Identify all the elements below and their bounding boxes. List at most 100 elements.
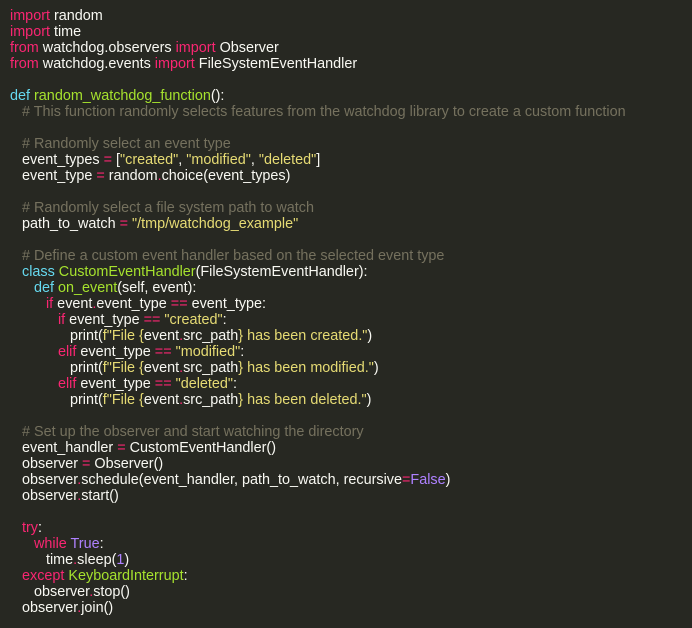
- code-token: ): [366, 392, 372, 408]
- code-line: path_to_watch = "/tmp/watchdog_example": [10, 216, 692, 232]
- keyword-token: import: [175, 40, 216, 56]
- code-line: try:: [10, 520, 692, 536]
- keyword-token: ==: [154, 376, 172, 392]
- declaration-keyword-token: def: [10, 88, 31, 104]
- keyword-token: =: [119, 216, 129, 232]
- code-line: from watchdog.events import FileSystemEv…: [10, 56, 692, 72]
- keyword-token: =: [103, 152, 113, 168]
- code-token: print(: [10, 328, 103, 344]
- code-token: CustomEventHandler(): [125, 440, 276, 456]
- code-token: event: [53, 296, 93, 312]
- code-token: print(: [10, 360, 103, 376]
- string-token: "modified": [186, 152, 251, 168]
- code-token: random: [49, 8, 103, 24]
- code-line: elif event_type == "modified":: [10, 344, 692, 360]
- code-token: :: [233, 376, 238, 392]
- code-token: path_to_watch: [10, 216, 120, 232]
- code-line: event_types = ["created", "modified", "d…: [10, 152, 692, 168]
- keyword-token: except: [22, 568, 65, 584]
- constant-token: True: [70, 536, 100, 552]
- code-token: :: [99, 536, 104, 552]
- code-token: event: [143, 360, 180, 376]
- code-token: observer: [10, 600, 78, 616]
- code-line: observer.stop(): [10, 584, 692, 600]
- comment-token: # Set up the observer and start watching…: [22, 424, 364, 440]
- keyword-token: elif: [57, 376, 77, 392]
- code-token: event_types: [10, 152, 104, 168]
- code-line: print(f"File {event.src_path} has been d…: [10, 392, 692, 408]
- code-line: # This function randomly selects feature…: [10, 104, 692, 120]
- code-token: event_type: [65, 312, 144, 328]
- code-token: event_type: [10, 168, 97, 184]
- comment-token: # Randomly select a file system path to …: [22, 200, 314, 216]
- string-token: "deleted": [175, 376, 234, 392]
- code-line: observer = Observer(): [10, 456, 692, 472]
- code-line: if event.event_type == event_type:: [10, 296, 692, 312]
- code-line: import time: [10, 24, 692, 40]
- code-token: observer: [10, 472, 78, 488]
- string-token: } has been deleted.": [238, 392, 367, 408]
- code-token: (FileSystemEventHandler):: [195, 264, 368, 280]
- declaration-keyword-token: def: [34, 280, 55, 296]
- code-token: ): [124, 552, 130, 568]
- keyword-token: from: [10, 40, 39, 56]
- code-line: event_type = random.choice(event_types): [10, 168, 692, 184]
- code-line: # Define a custom event handler based on…: [10, 248, 692, 264]
- comment-token: # Randomly select an event type: [22, 136, 231, 152]
- constant-token: False: [410, 472, 446, 488]
- code-token: event_handler: [10, 440, 118, 456]
- code-token: observer: [10, 488, 78, 504]
- comment-token: # This function randomly selects feature…: [22, 104, 626, 120]
- string-token: "modified": [175, 344, 241, 360]
- code-token: src_path: [183, 392, 239, 408]
- code-line: print(f"File {event.src_path} has been c…: [10, 328, 692, 344]
- code-token: (self, event):: [117, 280, 197, 296]
- code-token: print(: [10, 392, 103, 408]
- code-token: watchdog.events: [38, 56, 155, 72]
- code-editor[interactable]: import random import time from watchdog.ob…: [0, 0, 692, 628]
- keyword-token: ==: [143, 312, 161, 328]
- code-token: src_path: [183, 360, 239, 376]
- code-token: [: [112, 152, 121, 168]
- code-token: random: [104, 168, 158, 184]
- code-token: join(): [81, 600, 114, 616]
- code-token: :: [38, 520, 42, 536]
- code-line: observer.join(): [10, 600, 692, 616]
- code-token: :: [183, 568, 188, 584]
- code-token: Observer: [215, 40, 279, 56]
- keyword-token: import: [10, 24, 50, 40]
- code-line: observer.schedule(event_handler, path_to…: [10, 472, 692, 488]
- code-token: ): [373, 360, 379, 376]
- code-line: print(f"File {event.src_path} has been m…: [10, 360, 692, 376]
- function-name-token: on_event: [58, 280, 118, 296]
- code-token: event: [143, 392, 180, 408]
- code-token: ():: [210, 88, 225, 104]
- code-token: ): [367, 328, 373, 344]
- code-line: if event_type == "created":: [10, 312, 692, 328]
- keyword-token: =: [117, 440, 126, 456]
- string-token: "/tmp/watchdog_example": [132, 216, 299, 232]
- code-token: ,: [250, 152, 259, 168]
- string-token: "created": [120, 152, 179, 168]
- code-line: from watchdog.observers import Observer: [10, 40, 692, 56]
- code-token: time: [10, 552, 74, 568]
- declaration-keyword-token: class: [22, 264, 55, 280]
- code-line: # Randomly select a file system path to …: [10, 200, 692, 216]
- code-line: class CustomEventHandler(FileSystemEvent…: [10, 264, 692, 280]
- keyword-token: ==: [170, 296, 188, 312]
- code-token: event_type: [76, 344, 155, 360]
